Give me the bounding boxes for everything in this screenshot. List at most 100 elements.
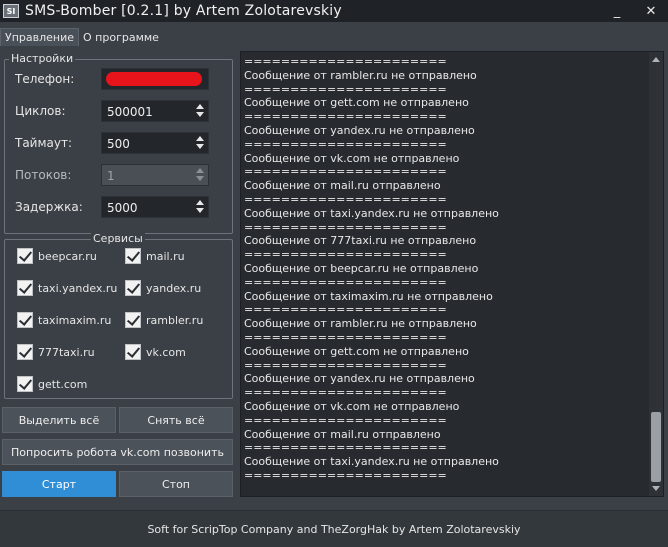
spin-down-icon[interactable] xyxy=(196,208,204,213)
spin-up-icon[interactable] xyxy=(196,104,204,109)
tab-control[interactable]: Управление xyxy=(0,28,80,46)
app-icon: SI xyxy=(3,4,19,18)
checkbox-label: 777taxi.ru xyxy=(38,345,95,359)
delay-label: Задержка: xyxy=(15,200,83,214)
spin-down-icon[interactable] xyxy=(196,144,204,149)
services-group-title: Сервисы xyxy=(91,232,145,245)
log-line: ====================== xyxy=(244,441,447,455)
checkbox-checked-icon[interactable] xyxy=(125,280,141,296)
log-line: ====================== xyxy=(244,413,447,427)
log-line: ====================== xyxy=(244,192,447,206)
checkbox-checked-icon[interactable] xyxy=(17,312,33,328)
checkbox-gett[interactable]: gett.com xyxy=(17,376,87,392)
log-output[interactable]: ====================== Сообщение от rambl… xyxy=(240,51,664,497)
log-line: ====================== xyxy=(244,137,447,151)
log-line: Сообщение от vk.com не отправлено xyxy=(244,399,460,413)
redaction-mark xyxy=(106,72,202,86)
checkbox-checked-icon[interactable] xyxy=(17,280,33,296)
start-button[interactable]: Старт xyxy=(2,471,116,497)
checkbox-label: beepcar.ru xyxy=(38,249,97,263)
log-line: Сообщение от 777taxi.ru не отправлено xyxy=(244,234,477,248)
log-line: ====================== xyxy=(244,330,447,344)
log-line: ====================== xyxy=(244,165,447,179)
title-bar[interactable]: SI SMS-Bomber [0.2.1] by Artem Zolotarev… xyxy=(0,0,668,22)
spin-up-icon xyxy=(196,168,204,173)
scroll-down-icon[interactable] xyxy=(652,486,660,491)
checkbox-checked-icon[interactable] xyxy=(17,376,33,392)
delay-value: 5000 xyxy=(107,201,138,215)
log-line: ====================== xyxy=(244,220,447,234)
stop-button[interactable]: Стоп xyxy=(119,471,233,497)
log-line: Сообщение от mail.ru отправлено xyxy=(244,179,441,193)
spin-up-icon[interactable] xyxy=(196,200,204,205)
log-line: Сообщение от beepcar.ru не отправлено xyxy=(244,261,479,275)
log-lines: ====================== Сообщение от rambl… xyxy=(244,55,645,483)
checkbox-checked-icon[interactable] xyxy=(125,312,141,328)
checkbox-777taxi[interactable]: 777taxi.ru xyxy=(17,344,95,360)
spin-down-icon xyxy=(196,176,204,181)
checkbox-checked-icon[interactable] xyxy=(125,248,141,264)
log-line: ====================== xyxy=(244,303,447,317)
timeout-spin-arrows[interactable] xyxy=(196,136,204,150)
phone-field[interactable]: + xyxy=(101,68,209,90)
checkbox-taximaxim[interactable]: taximaxim.ru xyxy=(17,312,111,328)
log-line: Сообщение от taximaxim.ru не отправлено xyxy=(244,289,493,303)
phone-label: Телефон: xyxy=(15,72,75,86)
checkbox-beepcar[interactable]: beepcar.ru xyxy=(17,248,97,264)
log-line: ====================== xyxy=(244,110,447,124)
log-line: Сообщение от rambler.ru не отправлено xyxy=(244,317,477,331)
threads-label: Потоков: xyxy=(15,168,72,182)
footer: Soft for ScripTop Company and TheZorgHak… xyxy=(0,510,668,547)
services-group: Сервисы beepcar.ru mail.ru taxi.yandex.r… xyxy=(4,232,233,399)
log-line: ====================== xyxy=(244,82,447,96)
checkbox-label: vk.com xyxy=(146,345,186,359)
select-all-button[interactable]: Выделить всё xyxy=(2,407,116,433)
log-line: ====================== xyxy=(244,55,447,68)
cycles-spinbox[interactable]: 500001 xyxy=(101,100,209,122)
checkbox-checked-icon[interactable] xyxy=(17,344,33,360)
checkbox-checked-icon[interactable] xyxy=(125,344,141,360)
log-line: Сообщение от vk.com не отправлено xyxy=(244,151,460,165)
log-scrollbar[interactable] xyxy=(649,52,663,496)
scrollbar-thumb[interactable] xyxy=(651,412,661,482)
delay-spinbox[interactable]: 5000 xyxy=(101,196,209,218)
settings-group: Настройки Телефон: + Циклов: 500001 Тайм… xyxy=(4,52,233,234)
spin-up-icon[interactable] xyxy=(196,136,204,141)
spin-down-icon[interactable] xyxy=(196,112,204,117)
checkbox-rambler[interactable]: rambler.ru xyxy=(125,312,203,328)
tab-about[interactable]: О программе xyxy=(79,28,163,46)
timeout-label: Таймаут: xyxy=(15,136,73,150)
window-controls: _ ✕ xyxy=(600,0,668,22)
scroll-up-icon[interactable] xyxy=(652,57,660,62)
control-panel: Настройки Телефон: + Циклов: 500001 Тайм… xyxy=(2,46,236,502)
cycles-value: 500001 xyxy=(107,105,153,119)
checkbox-label: yandex.ru xyxy=(146,281,202,295)
window-title: SMS-Bomber [0.2.1] by Artem Zolotarevski… xyxy=(25,3,342,19)
log-line: Сообщение от gett.com не отправлено xyxy=(244,96,469,110)
checkbox-mail[interactable]: mail.ru xyxy=(125,248,185,264)
close-button[interactable]: ✕ xyxy=(634,0,668,22)
checkbox-vk[interactable]: vk.com xyxy=(125,344,186,360)
checkbox-taxi-yandex[interactable]: taxi.yandex.ru xyxy=(17,280,117,296)
threads-spin-arrows xyxy=(196,168,204,182)
log-line: Сообщение от gett.com не отправлено xyxy=(244,344,469,358)
checkbox-label: rambler.ru xyxy=(146,313,204,327)
log-line: ====================== xyxy=(244,275,447,289)
log-line: ====================== xyxy=(244,358,447,372)
checkbox-label: taxi.yandex.ru xyxy=(38,281,118,295)
minimize-button[interactable]: _ xyxy=(600,0,634,22)
tab-bar: Управление О программе xyxy=(0,28,163,46)
timeout-spinbox[interactable]: 500 xyxy=(101,132,209,154)
ask-robot-call-button[interactable]: Попросить робота vk.com позвонить xyxy=(2,439,233,465)
checkbox-checked-icon[interactable] xyxy=(17,248,33,264)
footer-text: Soft for ScripTop Company and TheZorgHak… xyxy=(147,522,521,536)
checkbox-yandex[interactable]: yandex.ru xyxy=(125,280,201,296)
log-line: Сообщение от yandex.ru не отправлено xyxy=(244,123,475,137)
log-line: Сообщение от rambler.ru не отправлено xyxy=(244,68,477,82)
deselect-all-button[interactable]: Снять всё xyxy=(119,407,233,433)
cycles-label: Циклов: xyxy=(15,104,66,118)
log-line: Сообщение от taxi.yandex.ru не отправлен… xyxy=(244,455,499,469)
delay-spin-arrows[interactable] xyxy=(196,200,204,214)
log-line: ====================== xyxy=(244,248,447,262)
cycles-spin-arrows[interactable] xyxy=(196,104,204,118)
